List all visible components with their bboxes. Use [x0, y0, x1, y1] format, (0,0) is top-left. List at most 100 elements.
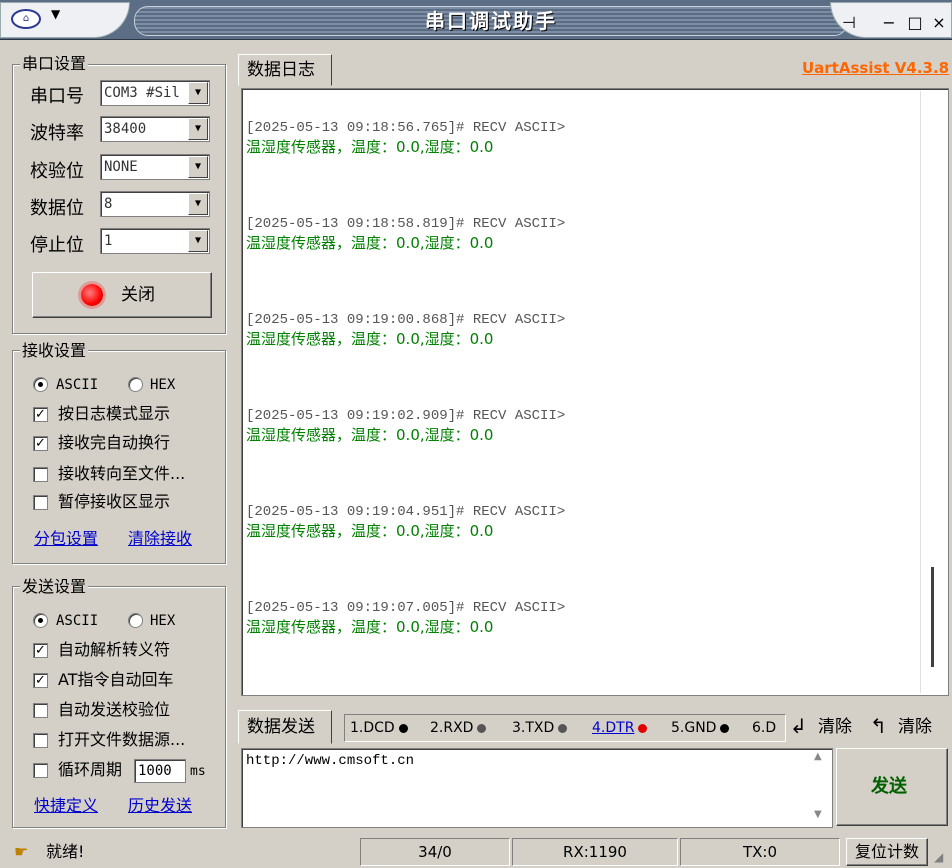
indicator-txd: 3.TXD: [512, 718, 568, 738]
window-title: 串口调试助手: [425, 9, 557, 33]
maximize-button[interactable]: □: [903, 11, 927, 35]
scroll-down-icon[interactable]: ▼: [814, 809, 822, 820]
tab-data-log-label: 数据日志: [247, 60, 315, 80]
log-entry-body: 温湿度传感器，温度：0.0,湿度：0.0: [246, 330, 494, 348]
clear-all-arrow-icon[interactable]: ↰: [870, 714, 887, 738]
close-port-button[interactable]: 关闭: [32, 272, 212, 318]
recv-hex-radio[interactable]: [128, 377, 143, 392]
auto-escape-label: 自动解析转义符: [58, 640, 171, 659]
baud-select[interactable]: 38400 ▼: [100, 116, 210, 142]
led-red-icon: [81, 284, 103, 306]
recv-ascii-radio[interactable]: [33, 377, 48, 392]
databits-select[interactable]: 8 ▼: [100, 191, 210, 217]
send-settings-title: 发送设置: [20, 577, 89, 597]
file-source-checkbox[interactable]: [33, 733, 48, 748]
system-menu-area[interactable]: ⌂ ▼: [0, 2, 130, 38]
shortcut-define-link[interactable]: 快捷定义: [34, 796, 98, 816]
stopbits-label: 停止位: [30, 235, 84, 256]
port-value: COM3 #Sil: [104, 85, 180, 101]
recv-to-file-checkbox[interactable]: [33, 467, 48, 482]
log-entry-header: [2025-05-13 09:19:02.909]# RECV ASCII>: [246, 408, 566, 424]
recv-log-mode-checkbox[interactable]: ✓: [33, 407, 48, 422]
recv-pause-checkbox[interactable]: [33, 495, 48, 510]
tab-data-send-label: 数据发送: [247, 717, 315, 737]
status-rx: RX:1190: [512, 838, 678, 866]
indicator-rxd: 2.RXD: [430, 718, 487, 738]
dtr-label[interactable]: 4.DTR: [592, 720, 634, 736]
scroll-up-icon[interactable]: ▲: [814, 751, 822, 762]
recv-to-file-label: 接收转向至文件...: [58, 464, 186, 483]
send-hex-radio[interactable]: [128, 613, 143, 628]
txd-led-icon: [558, 723, 568, 733]
close-window-button[interactable]: ×: [927, 11, 951, 35]
at-auto-cr-label: AT指令自动回车: [58, 670, 174, 689]
tab-data-log[interactable]: 数据日志: [238, 54, 332, 86]
send-scrollbar[interactable]: ▲ ▼: [810, 751, 830, 825]
clear-send-arrow-icon[interactable]: ↲: [790, 714, 807, 738]
cycle-value: 1000: [138, 763, 172, 779]
window-controls: ⊣ − □ ×: [830, 2, 952, 38]
chevron-down-icon[interactable]: ▼: [188, 193, 208, 215]
tab-data-send[interactable]: 数据发送: [238, 710, 332, 744]
clear-all-button[interactable]: 清除: [898, 716, 932, 738]
send-ascii-label: ASCII: [56, 613, 99, 629]
menu-dropdown-icon[interactable]: ▼: [51, 7, 60, 21]
parity-select[interactable]: NONE ▼: [100, 154, 210, 180]
app-icon[interactable]: ⌂: [11, 9, 41, 29]
log-entry-body: 温湿度传感器，温度：0.0,湿度：0.0: [246, 618, 494, 636]
log-entry-header: [2025-05-13 09:19:00.868]# RECV ASCII>: [246, 312, 566, 328]
log-entry: [2025-05-13 09:18:58.819]# RECV ASCII> 温…: [246, 215, 565, 253]
cycle-label: 循环周期: [58, 760, 123, 779]
recv-auto-newline-checkbox[interactable]: ✓: [33, 436, 48, 451]
cycle-input[interactable]: 1000: [134, 759, 186, 783]
stopbits-select[interactable]: 1 ▼: [100, 228, 210, 254]
indicator-gnd: 5.GND: [671, 718, 730, 738]
log-entry-body: 温湿度传感器，温度：0.0,湿度：0.0: [246, 234, 494, 252]
dcd-label: 1.DCD: [350, 720, 395, 736]
resize-grip-icon[interactable]: ◢: [934, 850, 943, 864]
recv-ascii-label: ASCII: [56, 377, 99, 393]
send-ascii-radio[interactable]: [33, 613, 48, 628]
log-entry-body: 温湿度传感器，温度：0.0,湿度：0.0: [246, 138, 494, 156]
chevron-down-icon[interactable]: ▼: [188, 118, 208, 140]
send-input[interactable]: http://www.cmsoft.cn ▲ ▼: [241, 748, 833, 828]
recv-log-area[interactable]: [2025-05-13 09:18:56.765]# RECV ASCII> 温…: [241, 88, 949, 696]
chevron-down-icon[interactable]: ▼: [188, 230, 208, 252]
at-auto-cr-checkbox[interactable]: ✓: [33, 673, 48, 688]
recv-settings-title: 接收设置: [20, 341, 89, 361]
indicator-dtr[interactable]: 4.DTR: [592, 718, 648, 738]
port-select[interactable]: COM3 #Sil ▼: [100, 80, 210, 106]
log-entry-header: [2025-05-13 09:19:07.005]# RECV ASCII>: [246, 600, 566, 616]
recv-auto-newline-label: 接收完自动换行: [58, 433, 171, 452]
log-scrollbar[interactable]: [920, 91, 946, 693]
auto-checksum-checkbox[interactable]: [33, 703, 48, 718]
send-hex-label: HEX: [150, 613, 176, 629]
pin-icon[interactable]: ⊣: [837, 11, 861, 35]
clear-send-button[interactable]: 清除: [818, 716, 852, 738]
baud-value: 38400: [104, 121, 147, 137]
chevron-down-icon[interactable]: ▼: [188, 156, 208, 178]
reset-count-button[interactable]: 复位计数: [846, 838, 928, 866]
parity-value: NONE: [104, 159, 138, 175]
databits-label: 数据位: [30, 198, 84, 219]
log-entry: [2025-05-13 09:18:56.765]# RECV ASCII> 温…: [246, 119, 565, 157]
cycle-checkbox[interactable]: [33, 763, 48, 778]
packet-settings-link[interactable]: 分包设置: [34, 529, 98, 549]
clear-recv-link[interactable]: 清除接收: [128, 529, 192, 549]
auto-escape-checkbox[interactable]: ✓: [33, 643, 48, 658]
log-entry-body: 温湿度传感器，温度：0.0,湿度：0.0: [246, 426, 494, 444]
log-entry: [2025-05-13 09:19:04.951]# RECV ASCII> 温…: [246, 503, 565, 541]
status-ready: 就绪!: [46, 842, 85, 861]
serial-settings-title: 串口设置: [20, 54, 89, 74]
chevron-down-icon[interactable]: ▼: [188, 82, 208, 104]
log-scrollbar-thumb[interactable]: [931, 567, 934, 667]
log-entry-header: [2025-05-13 09:18:56.765]# RECV ASCII>: [246, 120, 566, 136]
minimize-button[interactable]: −: [877, 11, 901, 35]
send-button[interactable]: 发送: [836, 748, 948, 826]
title-bar[interactable]: ⌂ ▼ 串口调试助手 ⊣ − □ ×: [0, 0, 952, 40]
history-send-link[interactable]: 历史发送: [128, 796, 192, 816]
parity-label: 校验位: [30, 161, 84, 182]
brand-link[interactable]: UartAssist V4.3.8: [802, 58, 949, 78]
file-source-label: 打开文件数据源...: [58, 730, 186, 749]
ready-hand-icon: ☛: [14, 842, 29, 861]
